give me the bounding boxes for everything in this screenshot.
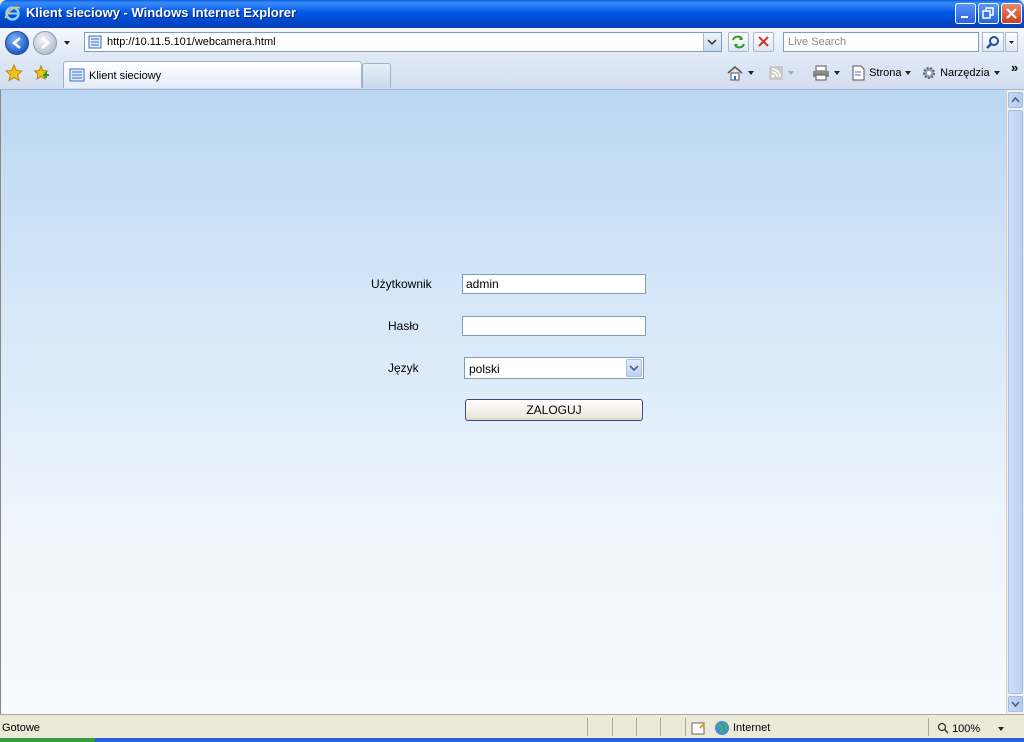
page-menu[interactable]: Strona [851, 65, 912, 81]
chevron-down-icon [629, 365, 639, 372]
tab-label: Klient sieciowy [89, 70, 162, 82]
forward-button[interactable] [33, 31, 57, 55]
globe-icon [715, 721, 729, 735]
favorites-star-icon[interactable] [5, 64, 23, 82]
webpage-icon [69, 68, 85, 82]
gear-icon [923, 67, 935, 79]
status-divider [636, 718, 637, 736]
address-bar[interactable]: http://10.11.5.101/webcamera.html [84, 32, 722, 52]
password-label: Hasło [388, 319, 419, 333]
stop-icon [758, 36, 769, 47]
print-button[interactable] [812, 65, 840, 81]
scroll-thumb[interactable] [1008, 110, 1023, 694]
page-icon [852, 65, 865, 81]
caret-down-icon [998, 727, 1005, 732]
caret-down-icon [834, 71, 840, 75]
window-title: Klient sieciowy - Windows Internet Explo… [26, 5, 297, 20]
login-button[interactable]: ZALOGUJ [465, 399, 643, 421]
tools-menu[interactable]: Narzędzia [921, 65, 1000, 81]
rss-feed-icon [769, 66, 783, 80]
more-commands-chevron[interactable]: » [1011, 60, 1018, 75]
username-input[interactable] [462, 274, 646, 294]
page-icon [88, 35, 102, 49]
caret-down-icon [905, 71, 912, 75]
address-dropdown[interactable] [703, 33, 721, 51]
arrow-right-icon [41, 37, 50, 49]
arrow-left-icon [12, 37, 21, 49]
security-zone-label: Internet [733, 722, 771, 734]
zoom-level: 100% [952, 723, 981, 735]
status-divider [685, 718, 686, 736]
language-dropdown-button[interactable] [626, 359, 642, 377]
status-divider [928, 718, 929, 736]
tab-klient-sieciowy[interactable]: Klient sieciowy [63, 61, 362, 88]
minimize-button[interactable] [955, 3, 976, 24]
caret-down-icon [993, 71, 1000, 75]
refresh-icon [732, 35, 745, 49]
zoom-icon [937, 722, 949, 734]
feeds-button[interactable] [768, 65, 794, 81]
refresh-button[interactable] [728, 32, 749, 52]
language-select[interactable]: polski [464, 357, 644, 379]
back-button[interactable] [5, 31, 29, 55]
close-button[interactable] [1001, 3, 1022, 24]
printer-icon [813, 65, 829, 81]
search-placeholder: Live Search [788, 36, 847, 48]
internet-explorer-icon [4, 6, 21, 21]
caret-down-icon [748, 71, 754, 75]
title-bar: Klient sieciowy - Windows Internet Explo… [0, 0, 1024, 28]
tab-toolbar: Klient sieciowy Strona Narzędzia » [0, 58, 1024, 90]
close-icon [1006, 8, 1017, 19]
chevron-down-icon [707, 39, 717, 46]
minimize-icon [961, 16, 968, 18]
status-divider [612, 718, 613, 736]
status-divider [660, 718, 661, 736]
new-tab-button[interactable] [362, 63, 391, 88]
recent-pages-dropdown[interactable] [62, 38, 72, 48]
stop-button[interactable] [753, 32, 774, 52]
magnifier-icon [986, 36, 999, 49]
zoom-control[interactable]: 100% [937, 722, 1005, 735]
search-button[interactable] [982, 32, 1004, 52]
home-icon [727, 66, 743, 81]
arrow-down-icon [1011, 701, 1020, 708]
chevron-down-icon [1009, 41, 1014, 44]
caret-down-icon [788, 71, 794, 75]
restore-icon [982, 7, 994, 19]
tools-menu-label: Narzędzia [940, 66, 990, 79]
status-text: Gotowe [2, 722, 40, 734]
scroll-up-button[interactable] [1008, 92, 1023, 108]
address-toolbar: http://10.11.5.101/webcamera.html Live S… [0, 28, 1024, 58]
vertical-scrollbar[interactable] [1006, 90, 1024, 714]
scroll-down-button[interactable] [1008, 696, 1023, 712]
search-options-dropdown[interactable] [1005, 32, 1018, 52]
language-selected-value: polski [469, 362, 500, 376]
home-button[interactable] [726, 65, 754, 81]
protected-mode-icon[interactable] [690, 720, 706, 736]
search-input[interactable]: Live Search [783, 32, 979, 52]
username-label: Użytkownik [371, 277, 432, 291]
restore-button[interactable] [978, 3, 999, 24]
page-menu-label: Strona [869, 66, 902, 79]
taskbar-edge [0, 738, 1024, 742]
arrow-up-icon [1011, 96, 1020, 103]
add-favorite-icon[interactable] [32, 64, 50, 82]
language-label: Język [388, 361, 419, 375]
status-divider [587, 718, 588, 736]
url-text: http://10.11.5.101/webcamera.html [107, 36, 276, 48]
password-input[interactable] [462, 316, 646, 336]
